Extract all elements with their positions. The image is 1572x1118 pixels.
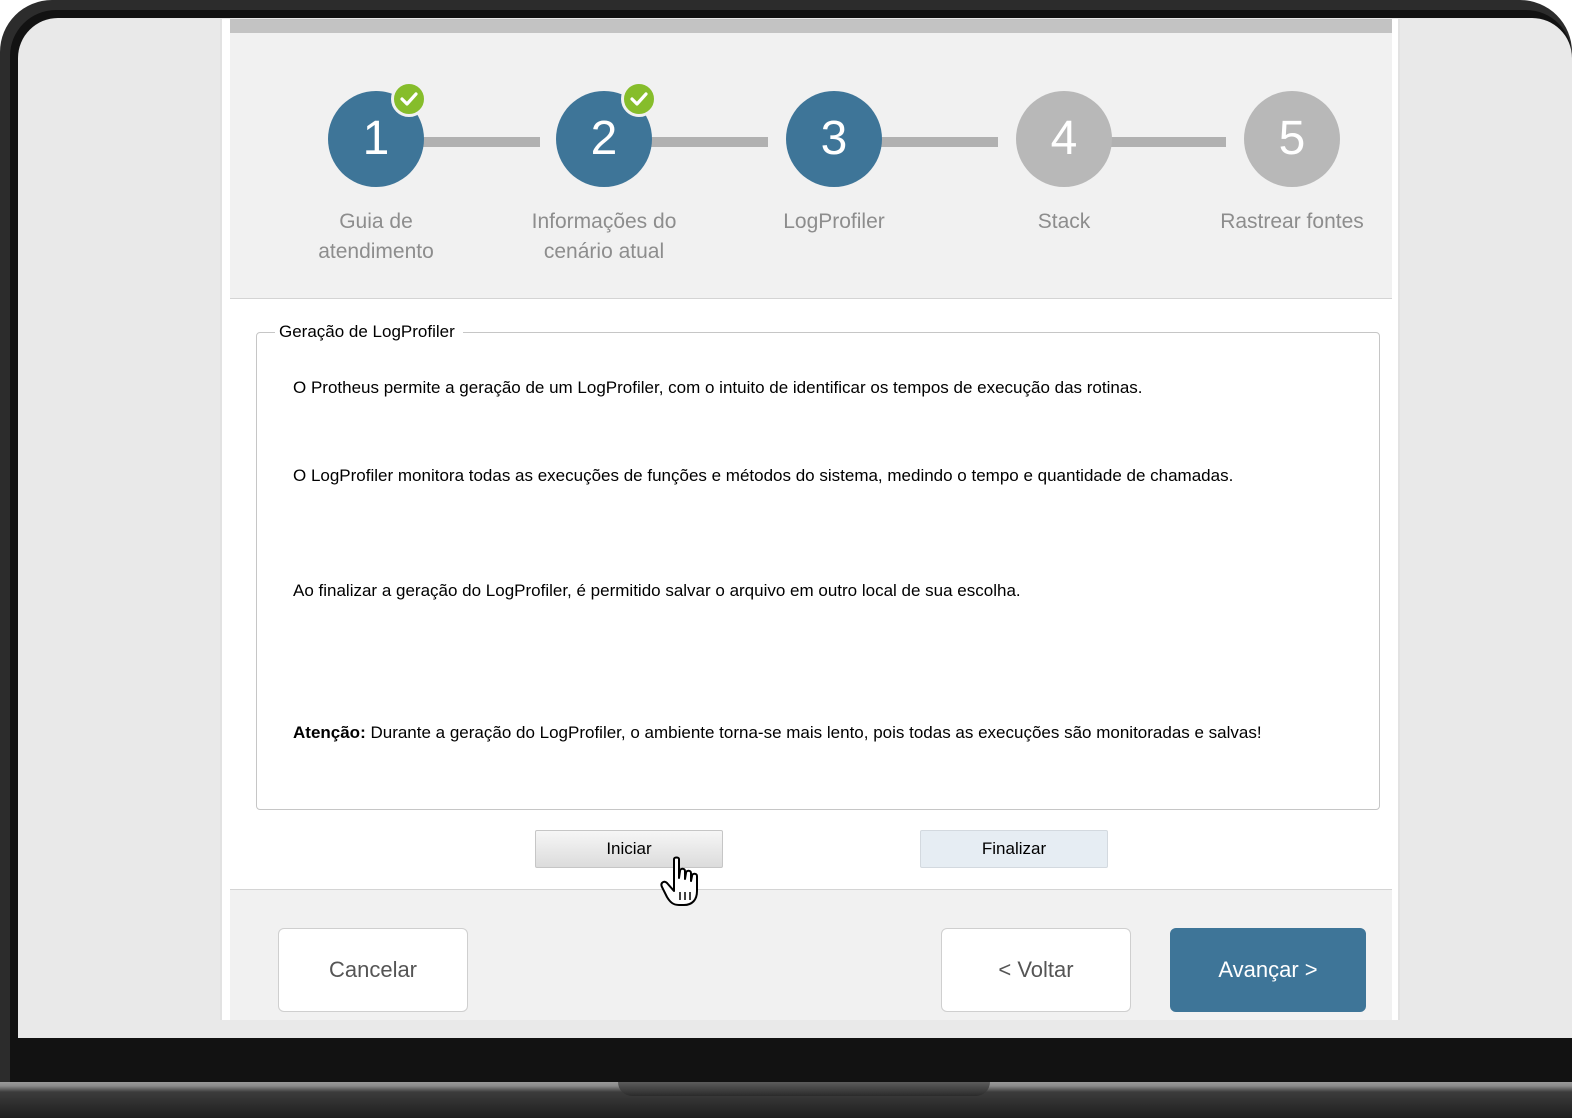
step-3-label: LogProfiler — [734, 207, 934, 237]
cancel-button[interactable]: Cancelar — [278, 928, 468, 1012]
step-5-label-line1: Rastrear fontes — [1220, 210, 1364, 233]
step-5-circle[interactable]: 5 — [1244, 91, 1340, 187]
step-1-label: Guia de atendimento — [276, 207, 476, 267]
wizard-steps: 1 2 3 4 5 Guia de atendimento Informaçõe… — [230, 33, 1392, 299]
laptop-notch — [618, 1082, 990, 1096]
step-3-label-line1: LogProfiler — [783, 210, 885, 233]
step-4-label-line1: Stack — [1037, 210, 1091, 233]
step-5-label: Rastrear fontes — [1192, 207, 1392, 237]
step-1-label-line1: Guia de — [339, 210, 413, 233]
step-2-label: Informações do cenário atual — [504, 207, 704, 267]
step-2-label-line2: cenário atual — [543, 240, 665, 263]
step-2-check-icon — [621, 81, 657, 117]
warning-paragraph: Atenção: Durante a geração do LogProfile… — [293, 718, 1353, 747]
step-4-label: Stack — [964, 207, 1164, 237]
back-button[interactable]: < Voltar — [941, 928, 1131, 1012]
step-2-label-line1: Informações do — [531, 210, 677, 233]
step-3-circle[interactable]: 3 — [786, 91, 882, 187]
wizard-dialog: 1 2 3 4 5 Guia de atendimento Informaçõe… — [220, 19, 1400, 1020]
finish-button[interactable]: Finalizar — [920, 830, 1108, 868]
fieldset-legend: Geração de LogProfiler — [275, 320, 463, 344]
hand-pointer-icon — [660, 856, 698, 906]
warning-text: Durante a geração do LogProfiler, o ambi… — [365, 723, 1262, 742]
warning-label: Atenção: — [293, 723, 366, 742]
intro-paragraph: O Protheus permite a geração de um LogPr… — [293, 378, 1143, 397]
wizard-top-bar — [230, 19, 1392, 33]
wizard-content: Geração de LogProfiler O Protheus permit… — [230, 300, 1392, 890]
next-button[interactable]: Avançar > — [1170, 928, 1366, 1012]
step-1-check-icon — [391, 81, 427, 117]
wizard-footer: Cancelar < Voltar Avançar > — [230, 889, 1392, 1020]
monitoring-paragraph: O LogProfiler monitora todas as execuçõe… — [293, 466, 1234, 485]
step-4-circle[interactable]: 4 — [1016, 91, 1112, 187]
logprofiler-fieldset: Geração de LogProfiler O Protheus permit… — [256, 320, 1380, 810]
step-1-label-line2: atendimento — [318, 240, 434, 263]
save-paragraph: Ao finalizar a geração do LogProfiler, é… — [293, 581, 1021, 600]
